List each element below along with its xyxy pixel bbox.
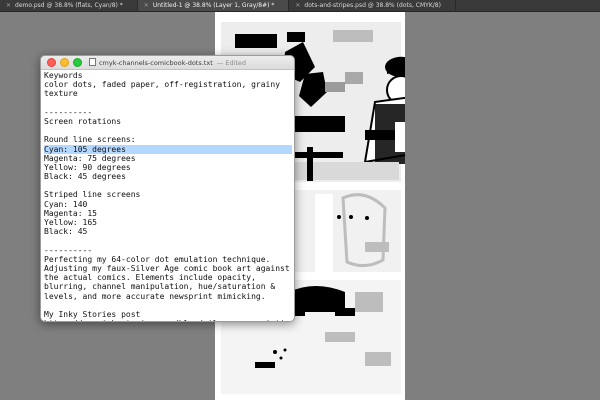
- text-line[interactable]: ----------: [44, 108, 291, 117]
- close-icon[interactable]: ✕: [144, 2, 149, 9]
- tab-label: Untitled-1 @ 38.8% (Layer 1, Gray/8#) *: [152, 2, 275, 9]
- text-line[interactable]: Magenta: 75 degrees: [44, 154, 291, 163]
- text-line[interactable]: levels, and more accurate newsprint mimi…: [44, 292, 291, 301]
- text-line[interactable]: blurring, channel manipulation, hue/satu…: [44, 282, 291, 291]
- text-line[interactable]: Yellow: 90 degrees: [44, 163, 291, 172]
- text-line[interactable]: [44, 126, 291, 135]
- text-line[interactable]: My Inky Stories post: [44, 310, 291, 319]
- text-line[interactable]: Magenta: 15: [44, 209, 291, 218]
- editor-titlebar[interactable]: cmyk-channels-comicbook-dots.txt — Edited: [41, 56, 294, 70]
- text-line[interactable]: [44, 236, 291, 245]
- text-line[interactable]: Round line screens:: [44, 135, 291, 144]
- text-line[interactable]: [44, 301, 291, 310]
- tab-label: demo.psd @ 38.8% (flats, Cyan/8) *: [15, 2, 123, 9]
- tab-dots-and-stripes[interactable]: ✕ dots-and-stripes.psd @ 38.8% (dots, CM…: [289, 0, 456, 11]
- text-line[interactable]: [44, 99, 291, 108]
- text-line[interactable]: Keywords: [44, 71, 291, 80]
- tab-untitled-1[interactable]: ✕ Untitled-1 @ 38.8% (Layer 1, Gray/8#) …: [137, 0, 290, 11]
- text-editor-window[interactable]: cmyk-channels-comicbook-dots.txt — Edited…: [40, 55, 295, 322]
- text-line[interactable]: the actual comics. Elements include opac…: [44, 273, 291, 282]
- close-icon[interactable]: ✕: [295, 2, 300, 9]
- text-line[interactable]: https://www.inkystories.com/blog/silver-…: [44, 319, 294, 321]
- text-line[interactable]: Yellow: 165: [44, 218, 291, 227]
- text-line[interactable]: Striped line screens: [44, 190, 291, 199]
- text-line[interactable]: texture: [44, 89, 291, 98]
- text-line[interactable]: color dots, faded paper, off-registratio…: [44, 80, 291, 89]
- edited-indicator: — Edited: [216, 59, 247, 67]
- tab-demo-psd[interactable]: ✕ demo.psd @ 38.8% (flats, Cyan/8) *: [0, 0, 138, 11]
- text-line[interactable]: Cyan: 140: [44, 200, 291, 209]
- tab-label: dots-and-stripes.psd @ 38.8% (dots, CMYK…: [304, 2, 441, 9]
- window-title-label: cmyk-channels-comicbook-dots.txt: [98, 59, 213, 67]
- text-line[interactable]: Black: 45 degrees: [44, 172, 291, 181]
- text-line[interactable]: Black: 45: [44, 227, 291, 236]
- document-icon: [88, 58, 96, 66]
- document-tab-bar: ✕ demo.psd @ 38.8% (flats, Cyan/8) * ✕ U…: [0, 0, 600, 12]
- close-icon[interactable]: ✕: [6, 2, 11, 9]
- text-line[interactable]: Perfecting my 64-color dot emulation tec…: [44, 255, 291, 264]
- selected-text-line[interactable]: Cyan: 105 degrees: [44, 144, 292, 154]
- editor-text-area[interactable]: Keywords color dots, faded paper, off-reg…: [44, 71, 294, 321]
- text-line[interactable]: Adjusting my faux-Silver Age comic book …: [44, 264, 291, 273]
- text-line[interactable]: ----------: [44, 246, 291, 255]
- window-title: cmyk-channels-comicbook-dots.txt — Edited: [41, 56, 294, 70]
- text-line[interactable]: Screen rotations: [44, 117, 291, 126]
- text-line[interactable]: [44, 181, 291, 190]
